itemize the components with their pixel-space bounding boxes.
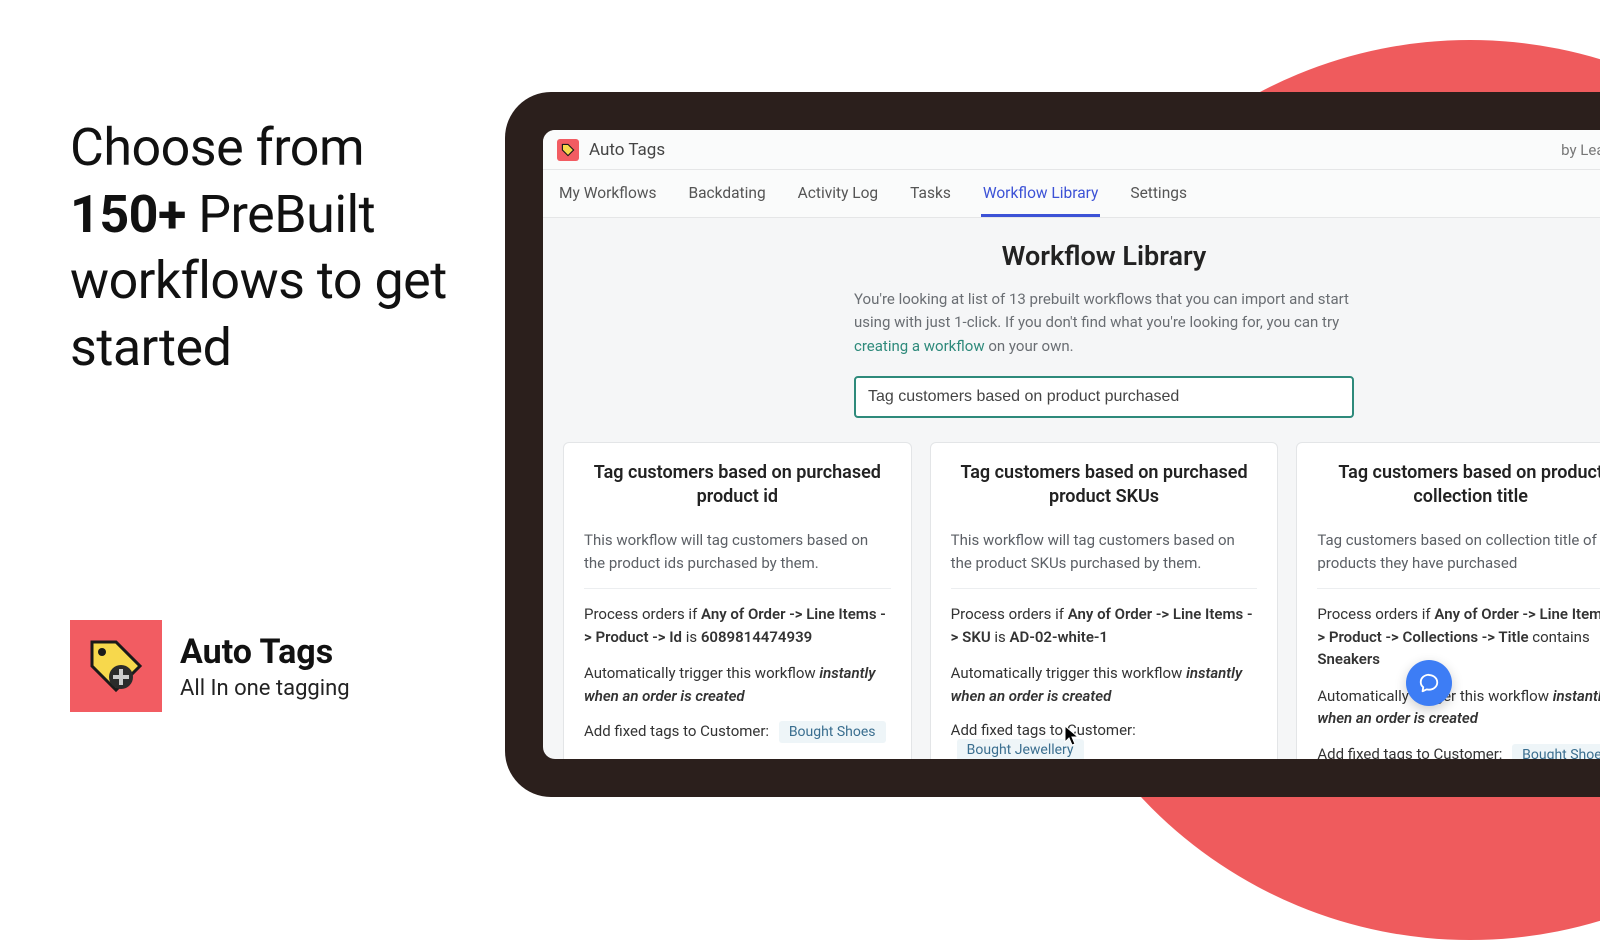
- app-title: Auto Tags: [589, 140, 665, 160]
- card-description: Tag customers based on collection title …: [1317, 529, 1600, 589]
- brand-logo-icon: [70, 620, 162, 712]
- card-title: Tag customers based on product collectio…: [1317, 461, 1600, 510]
- tab-activity-log[interactable]: Activity Log: [796, 170, 880, 217]
- tab-tasks[interactable]: Tasks: [908, 170, 953, 217]
- workflow-card: Tag customers based on purchased product…: [930, 442, 1279, 759]
- app-logo-icon: [557, 139, 579, 161]
- workflow-card: Tag customers based on product collectio…: [1296, 442, 1600, 759]
- card-rule: Process orders if Any of Order -> Line I…: [951, 603, 1258, 648]
- tab-workflow-library[interactable]: Workflow Library: [981, 170, 1101, 217]
- search-input[interactable]: [854, 376, 1354, 418]
- tag-chip: Bought Shoes: [1512, 744, 1600, 759]
- card-trigger: Automatically trigger this workflow inst…: [584, 662, 891, 707]
- tabs: My Workflows Backdating Activity Log Tas…: [543, 170, 1600, 218]
- card-tags: Add fixed tags to Customer: Bought Jewel…: [951, 721, 1258, 759]
- page-title: Workflow Library: [557, 240, 1600, 272]
- marketing-headline: Choose from 150+ PreBuilt workflows to g…: [70, 115, 460, 381]
- brand-block: Auto Tags All In one tagging: [70, 620, 350, 712]
- chat-icon: [1418, 672, 1440, 694]
- create-workflow-link[interactable]: creating a workflow: [854, 337, 985, 355]
- workflow-cards: Tag customers based on purchased product…: [557, 442, 1600, 759]
- brand-tagline: All In one tagging: [180, 676, 350, 701]
- tag-chip: Bought Jewellery: [957, 739, 1084, 759]
- card-description: This workflow will tag customers based o…: [951, 529, 1258, 589]
- tab-settings[interactable]: Settings: [1128, 170, 1189, 217]
- card-trigger: Automatically trigger this workflow inst…: [1317, 685, 1600, 730]
- appbar: Auto Tags by Leap Apps: [543, 130, 1600, 170]
- card-title: Tag customers based on purchased product…: [951, 461, 1258, 510]
- tag-chip: Bought Shoes: [779, 721, 886, 743]
- app-byline: by Leap Apps: [1561, 141, 1600, 159]
- card-rule: Process orders if Any of Order -> Line I…: [584, 603, 891, 648]
- card-trigger: Automatically trigger this workflow inst…: [951, 662, 1258, 707]
- brand-name: Auto Tags: [180, 632, 350, 672]
- card-tags: Add fixed tags to Customer: Bought Shoes: [1317, 744, 1600, 759]
- page-description: You're looking at list of 13 prebuilt wo…: [854, 288, 1354, 358]
- tab-backdating[interactable]: Backdating: [686, 170, 767, 217]
- card-tags: Add fixed tags to Customer: Bought Shoes: [584, 721, 891, 743]
- workflow-card: Tag customers based on purchased product…: [563, 442, 912, 759]
- chat-button[interactable]: [1406, 660, 1452, 706]
- card-description: This workflow will tag customers based o…: [584, 529, 891, 589]
- card-title: Tag customers based on purchased product…: [584, 461, 891, 510]
- card-rule: Process orders if Any of Order -> Line I…: [1317, 603, 1600, 671]
- tab-my-workflows[interactable]: My Workflows: [557, 170, 658, 217]
